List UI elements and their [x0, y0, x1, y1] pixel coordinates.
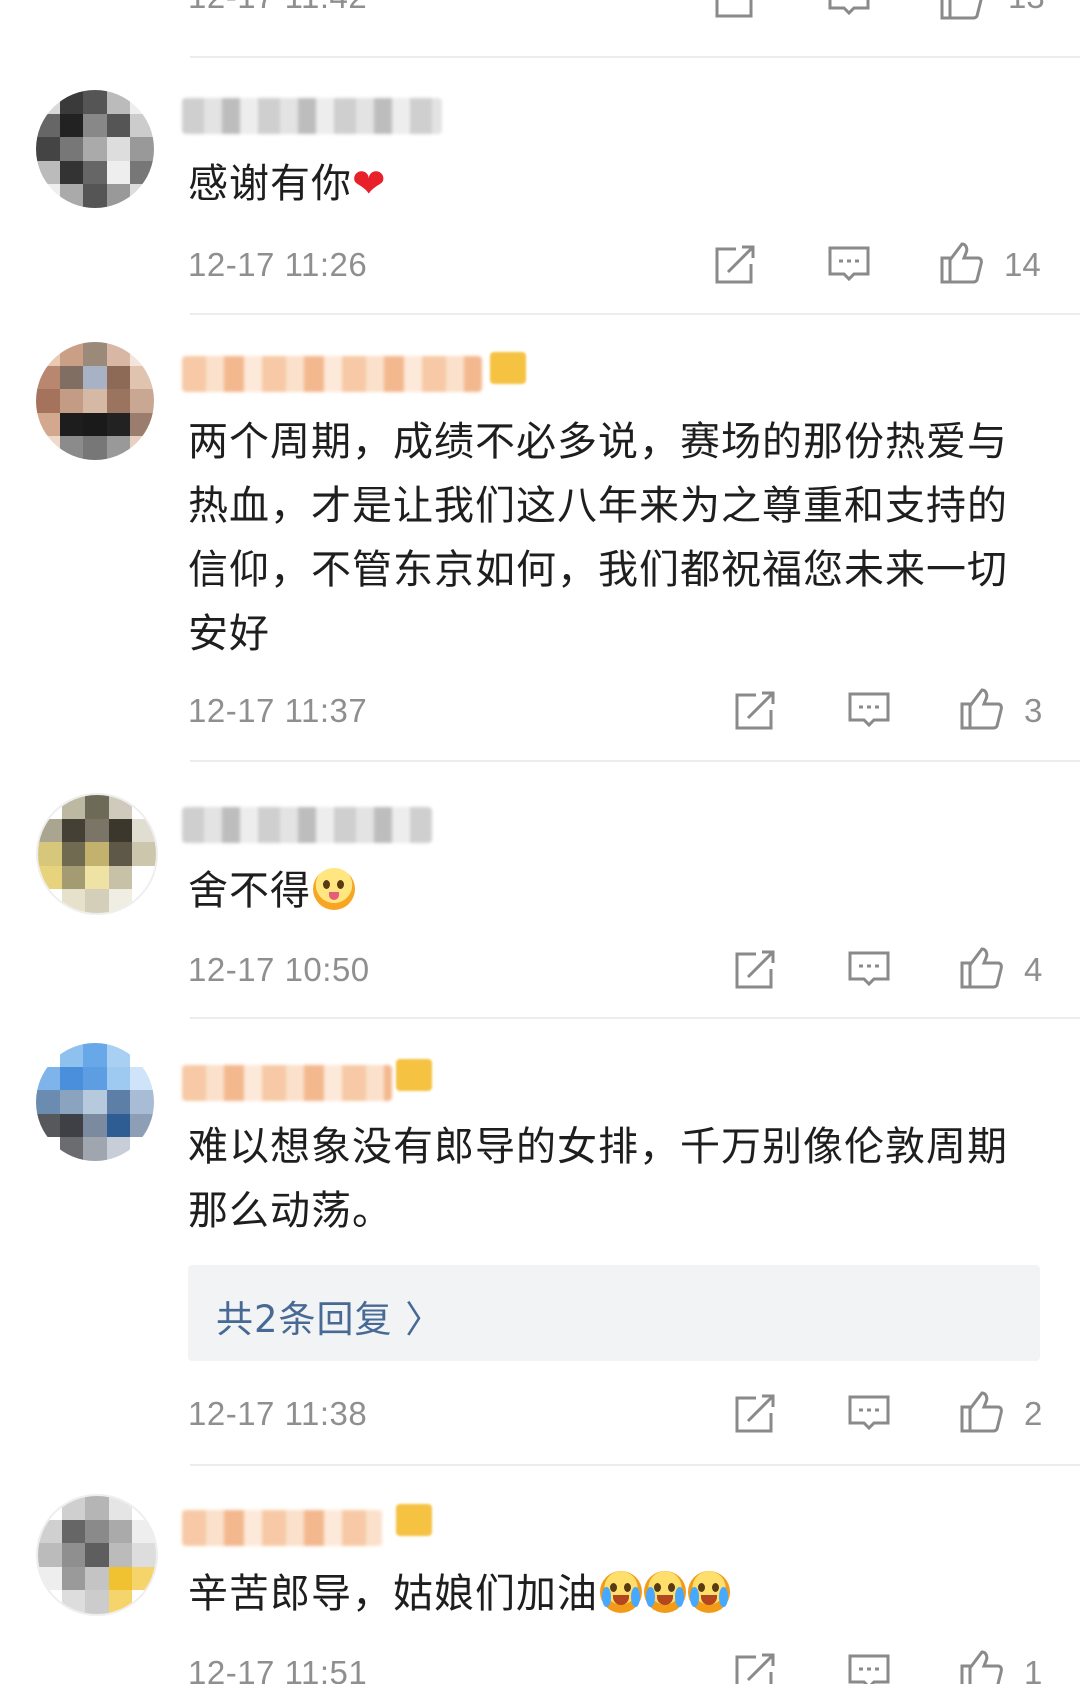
like-count: 14: [1004, 246, 1041, 283]
comment-item: 感谢有你❤ 12-17 11:26 14: [0, 60, 1080, 318]
comment-bubble-icon[interactable]: [826, 242, 872, 288]
divider: [190, 1464, 1080, 1466]
comment-time: 12-17 11:38: [188, 1395, 368, 1432]
comment-time: 12-17 11:26: [188, 246, 368, 283]
like-count: 1: [1024, 1654, 1043, 1684]
comment-bubble-icon[interactable]: [846, 688, 892, 734]
username-redacted[interactable]: [182, 1510, 382, 1546]
replies-label[interactable]: 共2条回复 〉: [216, 1289, 443, 1343]
thumbs-up-icon[interactable]: [938, 0, 984, 22]
divider: [190, 313, 1080, 315]
avatar[interactable]: [36, 90, 154, 208]
member-badge-icon: [490, 352, 526, 384]
comment-time: 12-17 11:51: [188, 1654, 368, 1684]
comment-bubble-icon[interactable]: [846, 1391, 892, 1437]
comment-time: 12-17 10:50: [188, 951, 370, 988]
blush-face-icon: [313, 868, 355, 910]
share-edit-icon[interactable]: [732, 1391, 778, 1437]
comment-partial-top: 12-17 11:42 13: [0, 0, 1080, 60]
comment-bubble-icon[interactable]: [826, 0, 872, 22]
thumbs-up-icon[interactable]: [958, 1648, 1004, 1684]
share-edit-icon[interactable]: [712, 242, 758, 288]
like-count: 3: [1024, 692, 1043, 729]
share-edit-icon[interactable]: [732, 1650, 778, 1684]
divider: [190, 760, 1080, 762]
member-badge-icon: [396, 1504, 432, 1536]
comment-item: 辛苦郎导，姑娘们加油 12-17 11:51 1: [0, 1468, 1080, 1684]
avatar[interactable]: [36, 793, 158, 915]
share-edit-icon[interactable]: [732, 688, 778, 734]
share-edit-icon[interactable]: [732, 947, 778, 993]
divider: [190, 1017, 1080, 1019]
crying-face-icon: [688, 1571, 730, 1613]
username-redacted[interactable]: [182, 98, 442, 134]
username-redacted[interactable]: [182, 356, 482, 392]
comment-text: 舍不得: [188, 859, 1048, 923]
divider: [190, 56, 1080, 58]
comment-text: 难以想象没有郎导的女排，千万别像伦敦周期那么动荡。: [188, 1124, 1008, 1234]
comment-text: 感谢有你❤: [188, 161, 387, 207]
thumbs-up-icon[interactable]: [958, 1389, 1004, 1435]
username-redacted[interactable]: [182, 807, 432, 843]
thumbs-up-icon[interactable]: [958, 686, 1004, 732]
comment-time: 12-17 11:42: [188, 0, 367, 16]
member-badge-icon: [396, 1059, 432, 1091]
like-count: 4: [1024, 951, 1043, 988]
comment-time: 12-17 11:37: [188, 692, 368, 729]
crying-face-icon: [644, 1571, 686, 1613]
avatar[interactable]: [36, 1494, 158, 1616]
thumbs-up-icon[interactable]: [938, 240, 984, 286]
username-redacted[interactable]: [182, 1065, 392, 1101]
heart-icon: ❤: [352, 161, 387, 207]
like-count: 13: [1008, 0, 1045, 16]
comment-item: 两个周期，成绩不必多说，赛场的那份热爱与热血，才是让我们这八年来为之尊重和支持的…: [0, 318, 1080, 765]
thumbs-up-icon[interactable]: [958, 945, 1004, 991]
comment-bubble-icon[interactable]: [846, 1650, 892, 1684]
crying-face-icon: [600, 1571, 642, 1613]
comment-text: 辛苦郎导，姑娘们加油: [188, 1562, 1048, 1626]
share-edit-icon[interactable]: [712, 0, 758, 22]
comment-item: 舍不得 12-17 10:50 4: [0, 765, 1080, 1021]
comment-item: 难以想象没有郎导的女排，千万别像伦敦周期那么动荡。 共2条回复 〉 12-17 …: [0, 1021, 1080, 1468]
comment-text: 两个周期，成绩不必多说，赛场的那份热爱与热血，才是让我们这八年来为之尊重和支持的…: [188, 419, 1008, 657]
comment-bubble-icon[interactable]: [846, 947, 892, 993]
avatar[interactable]: [36, 342, 154, 460]
avatar[interactable]: [36, 1043, 154, 1161]
replies-link[interactable]: 共2条回复 〉: [188, 1265, 1040, 1361]
like-count: 2: [1024, 1395, 1043, 1432]
